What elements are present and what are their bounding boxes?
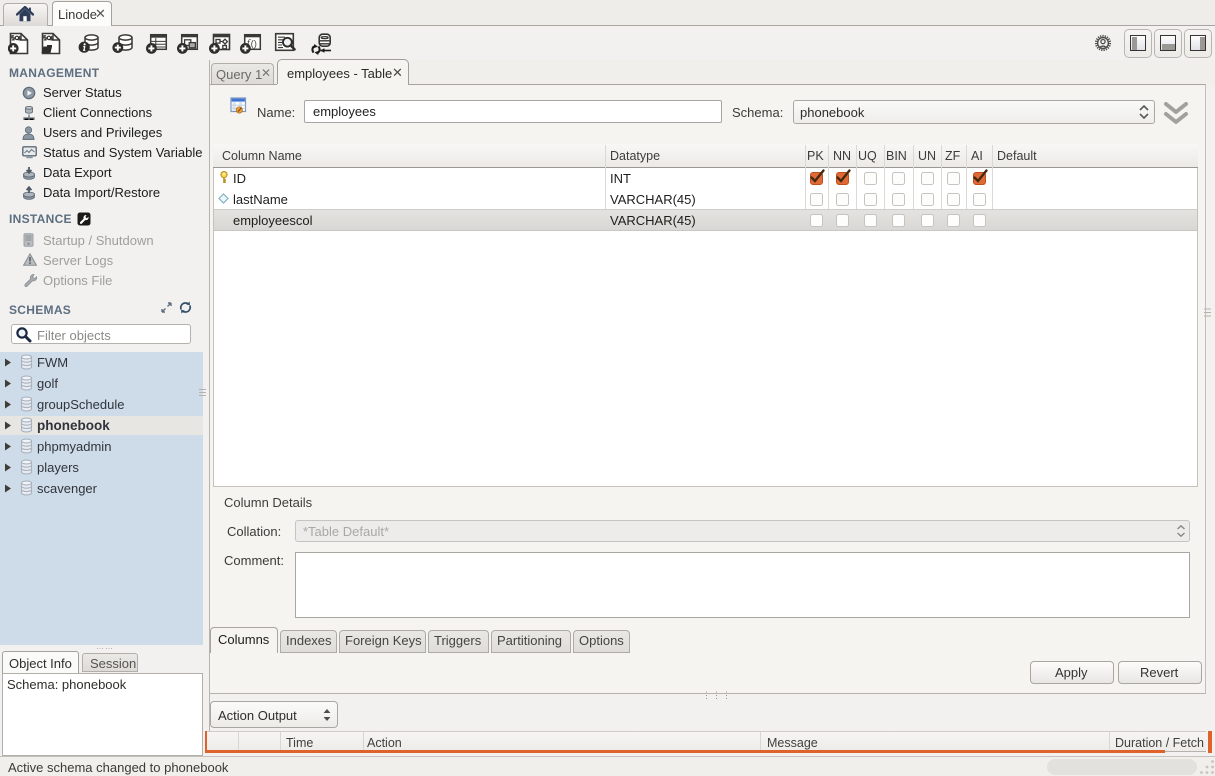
- svg-text:(): (): [251, 38, 257, 49]
